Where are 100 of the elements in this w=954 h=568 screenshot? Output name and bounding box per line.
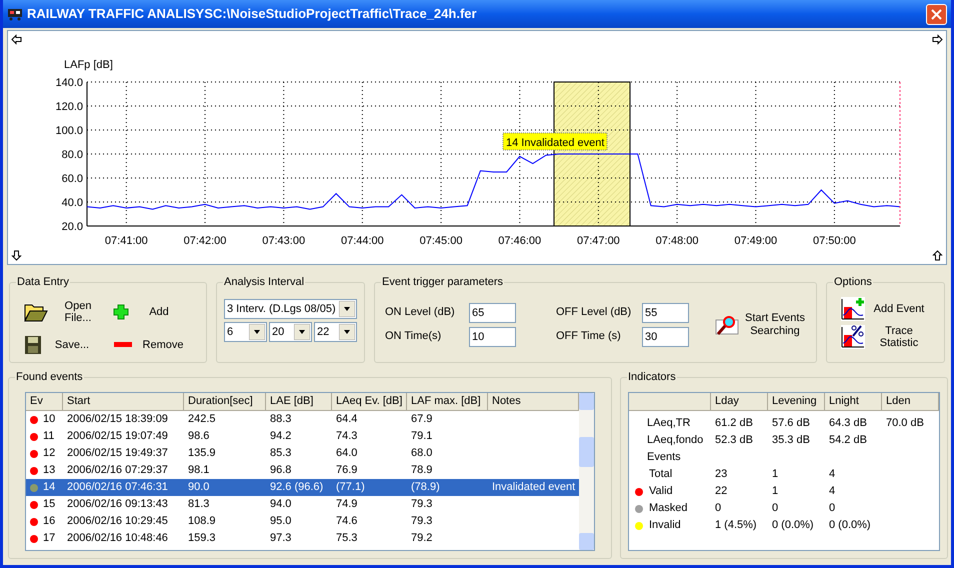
save-button[interactable]: Save... [24, 331, 103, 360]
table-cell-text: 14 [43, 480, 56, 496]
field-label: OFF Time (s) [556, 329, 622, 344]
x-tick-label: 07:48:00 [656, 235, 698, 247]
left-arrow-icon[interactable] [11, 34, 22, 45]
column-header[interactable]: Levening [768, 393, 825, 410]
train-icon [7, 7, 23, 21]
table-cell-text: 64.0 [336, 446, 358, 462]
x-tick-label: 07:45:00 [420, 235, 462, 247]
x-tick-label: 07:44:00 [340, 235, 384, 247]
dropdown-arrow-icon[interactable] [249, 324, 265, 340]
x-tick-label: 07:42:00 [184, 235, 226, 247]
column-header[interactable]: Lday [711, 393, 768, 410]
down-arrow-icon[interactable] [11, 250, 22, 261]
dropdown-arrow-icon[interactable] [294, 324, 310, 340]
event-row[interactable]: 15 2006/02/16 09:13:43 81.3 94.0 74.9 79.3 [26, 496, 580, 513]
table-cell-text: (77.1) [336, 480, 365, 496]
column-header[interactable]: LAeq Ev. [dB] [332, 393, 407, 410]
trigger-field[interactable]: 30 [642, 326, 689, 346]
group-title: Analysis Interval [223, 275, 306, 289]
trigger-field[interactable]: 55 [642, 302, 689, 322]
table-cell-text: 88.3 [270, 412, 292, 428]
plus-icon [113, 304, 129, 320]
table-cell-text: 22 [714, 484, 728, 500]
table-cell-text: 95.0 [270, 514, 292, 530]
y-tick-label: 140.0 [55, 77, 83, 89]
event-row[interactable]: 13 2006/02/16 07:29:37 98.1 96.8 76.9 78.9 [26, 462, 580, 479]
table-cell-text: 0 (0.0%) [828, 518, 872, 534]
row-label: Valid [648, 484, 673, 500]
column-header[interactable]: LAF max. [dB] [407, 393, 488, 410]
table-cell-text: 79.3 [411, 497, 432, 512]
column-header[interactable]: LAE [dB] [266, 393, 332, 410]
hour-select[interactable]: 22 [314, 322, 357, 342]
table-cell-text: 79.1 [411, 429, 432, 444]
remove-button[interactable]: Remove [113, 331, 192, 360]
event-row[interactable]: 11 2006/02/15 19:07:49 98.6 94.2 74.3 79.1 [26, 428, 580, 445]
table-cell-text: 81.3 [188, 497, 210, 512]
add-event-button[interactable]: Add Event [841, 297, 944, 321]
up-arrow-icon[interactable] [932, 250, 943, 261]
dropdown-arrow-icon[interactable] [339, 324, 355, 340]
table-cell-text: 35.3 dB [771, 433, 811, 448]
column-header[interactable]: Duration[sec] [184, 393, 266, 410]
event-row[interactable]: 16 2006/02/16 10:29:45 108.9 95.0 74.6 79.3 [26, 513, 580, 530]
table-cell-text: 76.9 [336, 463, 358, 478]
event-row[interactable]: 17 2006/02/16 10:48:46 159.3 97.3 75.3 79.2 [26, 530, 580, 547]
row-label: Masked [648, 501, 688, 516]
table-cell-text: 96.8 [270, 463, 292, 478]
dropdown-arrow-icon[interactable] [339, 301, 355, 317]
y-tick-label: 20.0 [62, 221, 83, 233]
table-cell-text: 85.3 [270, 446, 292, 462]
add-button[interactable]: Add [113, 298, 192, 326]
table-cell-text: 67.9 [411, 412, 432, 428]
field-label: ON Level (dB) [385, 305, 456, 320]
search-events-button[interactable]: Start Events Searching [715, 312, 805, 338]
table-cell-text: 0 [714, 501, 722, 516]
trigger-field[interactable]: 65 [469, 302, 516, 322]
y-tick-label: 120.0 [55, 101, 83, 113]
table-cell-text: 13 [43, 463, 56, 478]
hour-select[interactable]: 6 [224, 322, 267, 342]
table-cell-text: 2006/02/16 10:29:45 [67, 514, 168, 530]
interval-mode-select[interactable]: 3 Interv. (D.Lgs 08/05) [224, 299, 357, 319]
table-cell-text: 97.3 [270, 531, 292, 546]
table-cell-text: 15 [43, 497, 56, 512]
table-cell-text: 79.2 [411, 531, 432, 546]
statistic-button[interactable]: Trace Statistic [841, 325, 944, 349]
table-cell-text: 11 [43, 429, 54, 444]
event-row[interactable]: 10 2006/02/15 18:39:09 242.5 88.3 64.4 67.9 [26, 411, 580, 428]
table-cell-text: 57.6 dB [771, 416, 811, 432]
table-cell-text: (78.9) [411, 480, 440, 496]
event-row[interactable]: 12 2006/02/15 19:49:37 135.9 85.3 64.0 68.0 [26, 445, 580, 462]
table-cell-text: 2006/02/15 18:39:09 [67, 412, 168, 428]
table-cell-text: 17 [43, 531, 56, 546]
column-header[interactable]: Ev [26, 393, 63, 410]
close-button[interactable] [926, 4, 947, 24]
table-cell-text: 54.2 dB [828, 433, 868, 448]
group-title: Data Entry [16, 275, 70, 289]
right-arrow-icon[interactable] [932, 34, 943, 45]
table-cell-text: 64.4 [336, 412, 358, 428]
table-cell-text: 0 [771, 501, 780, 516]
close-icon[interactable] [931, 8, 942, 20]
x-tick-label: 07:47:00 [577, 235, 620, 247]
minus-icon [113, 341, 133, 350]
x-tick-label: 07:50:00 [813, 235, 856, 247]
trigger-field[interactable]: 10 [469, 326, 516, 346]
column-header[interactable]: Lnight [825, 393, 882, 410]
open-button[interactable]: Open File... [24, 298, 103, 326]
table-cell-text: 64.3 dB [828, 416, 868, 432]
table-cell-text: 10 [43, 412, 56, 428]
table-cell-text: 2006/02/16 09:13:43 [67, 497, 168, 512]
table-cell-text: 0 [828, 501, 836, 516]
column-header[interactable]: Start [63, 393, 184, 410]
event-tag: 14 Invalidated event [502, 132, 608, 150]
scrollbar[interactable] [579, 393, 594, 550]
table-cell-text: 90.0 [188, 480, 210, 496]
column-header[interactable]: Lden [882, 393, 939, 410]
hour-select[interactable]: 20 [269, 322, 312, 342]
event-row[interactable]: 14 2006/02/16 07:46:31 90.0 92.6 (96.6) (77.1) (78.9) Invalidated event [26, 479, 580, 496]
chart-percent-icon [841, 325, 865, 349]
table-cell-text: 1 [771, 484, 780, 500]
magnifier-icon[interactable] [715, 314, 739, 336]
